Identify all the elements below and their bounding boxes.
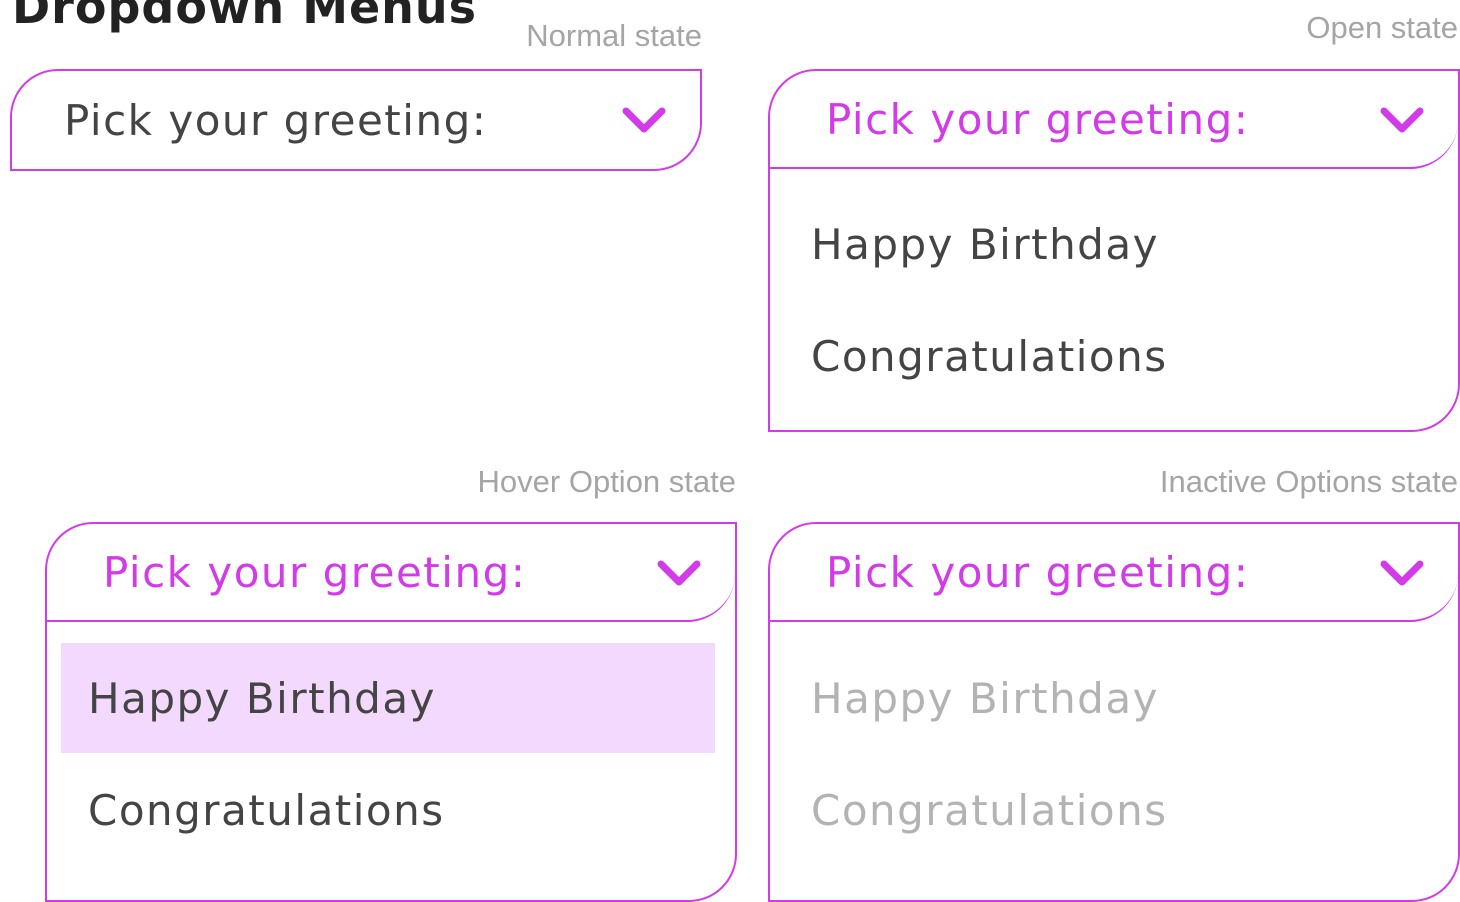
dropdown-open: Pick your greeting: Happy Birthday Congr… [768,69,1460,432]
dropdown-normal: Pick your greeting: [10,69,702,171]
dropdown-toggle-open[interactable]: Pick your greeting: [770,71,1458,169]
chevron-down-icon [622,107,666,133]
state-label-open: Open state [1306,10,1458,45]
state-label-hover: Hover Option state [477,464,736,499]
chevron-down-icon [657,560,701,586]
dropdown-toggle-hover[interactable]: Pick your greeting: [47,524,735,622]
dropdown-option-congratulations-inactive: Congratulations [811,785,1168,835]
dropdown-title: Pick your greeting: [826,94,1250,144]
dropdown-title: Pick your greeting: [64,95,488,145]
dropdown-option-congratulations[interactable]: Congratulations [47,755,735,865]
page-title: Dropdown Menus [12,0,478,34]
dropdown-option-congratulations[interactable]: Congratulations [770,301,1458,411]
dropdown-hover: Pick your greeting: Happy Birthday Congr… [45,522,737,902]
dropdown-title: Pick your greeting: [103,547,527,597]
dropdown-inactive: Pick your greeting: Happy Birthday Congr… [768,522,1460,902]
dropdown-toggle-inactive[interactable]: Pick your greeting: [770,524,1458,622]
state-label-normal: Normal state [526,18,702,53]
chevron-down-icon [1380,107,1424,133]
state-label-inactive: Inactive Options state [1159,464,1458,499]
dropdown-option-happy-birthday-hovered[interactable]: Happy Birthday [61,643,715,753]
dropdown-toggle-normal[interactable]: Pick your greeting: [12,71,700,169]
dropdown-title: Pick your greeting: [826,547,1250,597]
chevron-down-icon [1380,560,1424,586]
dropdown-option-happy-birthday[interactable]: Happy Birthday [770,189,1458,299]
dropdown-option-happy-birthday-inactive: Happy Birthday [811,673,1159,723]
